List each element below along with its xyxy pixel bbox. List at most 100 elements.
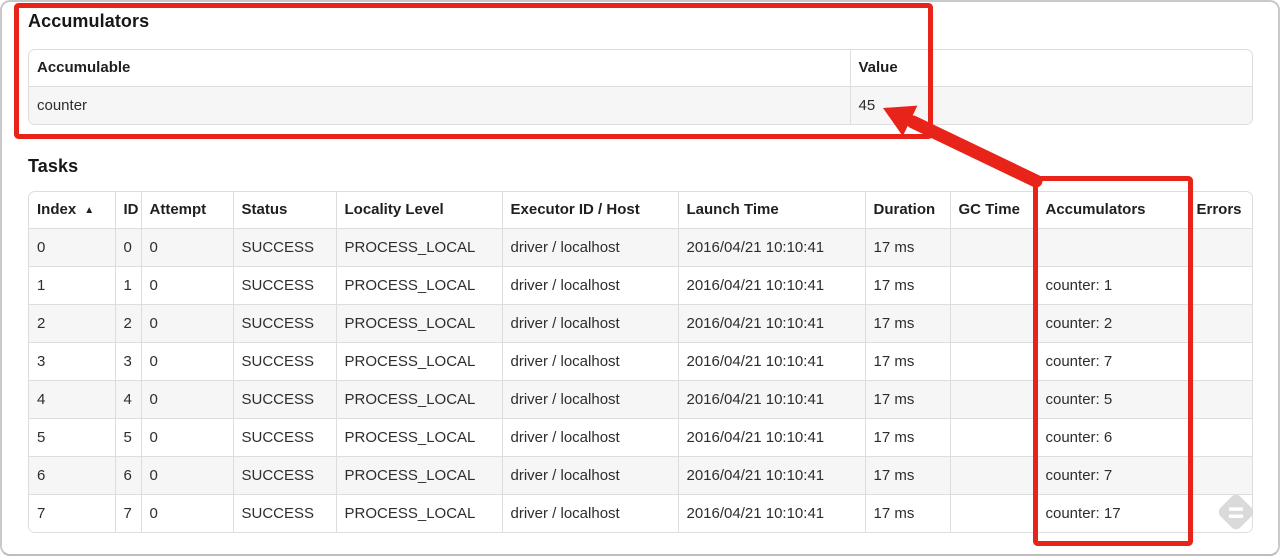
task-cell-id: 3 bbox=[114, 341, 141, 380]
task-cell-errors bbox=[1187, 493, 1252, 532]
sort-ascending-icon[interactable]: ▲ bbox=[84, 205, 94, 216]
task-cell-attempt: 0 bbox=[140, 417, 233, 456]
task-cell-executor: driver / localhost bbox=[501, 417, 678, 456]
task-cell-status: SUCCESS bbox=[232, 341, 336, 380]
task-cell-locality: PROCESS_LOCAL bbox=[335, 265, 502, 304]
task-cell-executor: driver / localhost bbox=[501, 227, 678, 266]
task-cell-executor: driver / localhost bbox=[501, 493, 678, 532]
task-cell-locality: PROCESS_LOCAL bbox=[335, 455, 502, 494]
task-cell-gc bbox=[949, 341, 1037, 380]
task-cell-status: SUCCESS bbox=[232, 493, 336, 532]
column-header-accumulators[interactable]: Accumulators bbox=[1036, 192, 1188, 228]
task-row: 0 0 0 SUCCESS PROCESS_LOCAL driver / localhos… bbox=[29, 227, 1252, 266]
task-cell-executor: driver / localhost bbox=[501, 303, 678, 342]
task-cell-status: SUCCESS bbox=[232, 379, 336, 418]
task-cell-launch: 2016/04/21 10:10:41 bbox=[677, 455, 865, 494]
task-cell-attempt: 0 bbox=[140, 265, 233, 304]
task-cell-index: 5 bbox=[29, 417, 115, 456]
task-cell-errors bbox=[1187, 417, 1252, 456]
task-cell-launch: 2016/04/21 10:10:41 bbox=[677, 265, 865, 304]
task-cell-locality: PROCESS_LOCAL bbox=[335, 493, 502, 532]
task-cell-launch: 2016/04/21 10:10:41 bbox=[677, 303, 865, 342]
task-cell-duration: 17 ms bbox=[864, 379, 950, 418]
task-cell-id: 6 bbox=[114, 455, 141, 494]
task-cell-locality: PROCESS_LOCAL bbox=[335, 227, 502, 266]
task-cell-duration: 17 ms bbox=[864, 417, 950, 456]
task-cell-index: 4 bbox=[29, 379, 115, 418]
task-row: 3 3 0 SUCCESS PROCESS_LOCAL driver / localhos… bbox=[29, 341, 1252, 380]
tasks-table: Index ▲ ID Attempt Status Locality Level … bbox=[28, 191, 1253, 533]
column-header-gc-time[interactable]: GC Time bbox=[949, 192, 1037, 228]
task-cell-status: SUCCESS bbox=[232, 265, 336, 304]
task-cell-status: SUCCESS bbox=[232, 455, 336, 494]
column-header-attempt[interactable]: Attempt bbox=[140, 192, 233, 228]
task-cell-gc bbox=[949, 379, 1037, 418]
task-cell-locality: PROCESS_LOCAL bbox=[335, 417, 502, 456]
task-cell-launch: 2016/04/21 10:10:41 bbox=[677, 493, 865, 532]
task-cell-duration: 17 ms bbox=[864, 303, 950, 342]
task-cell-duration: 17 ms bbox=[864, 493, 950, 532]
column-header-index[interactable]: Index ▲ bbox=[29, 192, 115, 228]
column-header-status[interactable]: Status bbox=[232, 192, 336, 228]
task-cell-accumulators bbox=[1036, 227, 1188, 266]
task-cell-locality: PROCESS_LOCAL bbox=[335, 379, 502, 418]
task-cell-gc bbox=[949, 227, 1037, 266]
task-cell-errors bbox=[1187, 455, 1252, 494]
task-row: 5 5 0 SUCCESS PROCESS_LOCAL driver / localhos… bbox=[29, 417, 1252, 456]
task-row: 7 7 0 SUCCESS PROCESS_LOCAL driver / localhos… bbox=[29, 493, 1252, 532]
task-cell-duration: 17 ms bbox=[864, 265, 950, 304]
column-header-launch-time[interactable]: Launch Time bbox=[677, 192, 865, 228]
task-cell-executor: driver / localhost bbox=[501, 455, 678, 494]
tasks-table-body: 0 0 0 SUCCESS PROCESS_LOCAL driver / localhos… bbox=[29, 227, 1252, 532]
task-cell-gc bbox=[949, 265, 1037, 304]
task-cell-errors bbox=[1187, 379, 1252, 418]
task-cell-gc bbox=[949, 417, 1037, 456]
task-cell-executor: driver / localhost bbox=[501, 265, 678, 304]
tasks-section-title: Tasks bbox=[28, 156, 79, 176]
task-cell-id: 5 bbox=[114, 417, 141, 456]
task-cell-id: 4 bbox=[114, 379, 141, 418]
task-cell-attempt: 0 bbox=[140, 303, 233, 342]
column-header-duration[interactable]: Duration bbox=[864, 192, 950, 228]
task-cell-gc bbox=[949, 455, 1037, 494]
column-header-errors[interactable]: Errors bbox=[1187, 192, 1252, 228]
task-cell-attempt: 0 bbox=[140, 455, 233, 494]
task-cell-launch: 2016/04/21 10:10:41 bbox=[677, 379, 865, 418]
task-cell-index: 7 bbox=[29, 493, 115, 532]
task-cell-accumulators: counter: 7 bbox=[1036, 341, 1188, 380]
task-cell-attempt: 0 bbox=[140, 379, 233, 418]
task-cell-errors bbox=[1187, 303, 1252, 342]
page-content: Accumulators Accumulable Value counter 4… bbox=[0, 0, 1280, 533]
task-cell-gc bbox=[949, 493, 1037, 532]
column-header-id[interactable]: ID bbox=[114, 192, 141, 228]
task-cell-attempt: 0 bbox=[140, 341, 233, 380]
task-cell-attempt: 0 bbox=[140, 493, 233, 532]
column-header-executor-id-host[interactable]: Executor ID / Host bbox=[501, 192, 678, 228]
task-row: 1 1 0 SUCCESS PROCESS_LOCAL driver / localhos… bbox=[29, 265, 1252, 304]
task-row: 6 6 0 SUCCESS PROCESS_LOCAL driver / localhos… bbox=[29, 455, 1252, 494]
task-cell-locality: PROCESS_LOCAL bbox=[335, 341, 502, 380]
task-cell-attempt: 0 bbox=[140, 227, 233, 266]
task-cell-accumulators: counter: 6 bbox=[1036, 417, 1188, 456]
column-header-locality-level[interactable]: Locality Level bbox=[335, 192, 502, 228]
task-cell-index: 2 bbox=[29, 303, 115, 342]
accumulable-name-cell: counter bbox=[29, 85, 850, 124]
task-cell-status: SUCCESS bbox=[232, 227, 336, 266]
task-cell-accumulators: counter: 2 bbox=[1036, 303, 1188, 342]
task-cell-launch: 2016/04/21 10:10:41 bbox=[677, 417, 865, 456]
task-row: 4 4 0 SUCCESS PROCESS_LOCAL driver / localhos… bbox=[29, 379, 1252, 418]
task-cell-launch: 2016/04/21 10:10:41 bbox=[677, 341, 865, 380]
task-cell-status: SUCCESS bbox=[232, 417, 336, 456]
task-cell-accumulators: counter: 5 bbox=[1036, 379, 1188, 418]
task-cell-index: 0 bbox=[29, 227, 115, 266]
column-header-accumulable[interactable]: Accumulable bbox=[29, 50, 850, 86]
task-cell-locality: PROCESS_LOCAL bbox=[335, 303, 502, 342]
task-cell-gc bbox=[949, 303, 1037, 342]
accumulators-section-title: Accumulators bbox=[28, 11, 150, 31]
column-header-value[interactable]: Value bbox=[849, 50, 1252, 86]
task-cell-executor: driver / localhost bbox=[501, 341, 678, 380]
task-row: 2 2 0 SUCCESS PROCESS_LOCAL driver / localhos… bbox=[29, 303, 1252, 342]
task-cell-duration: 17 ms bbox=[864, 227, 950, 266]
task-cell-index: 6 bbox=[29, 455, 115, 494]
accumulator-row: counter 45 bbox=[29, 85, 1252, 124]
